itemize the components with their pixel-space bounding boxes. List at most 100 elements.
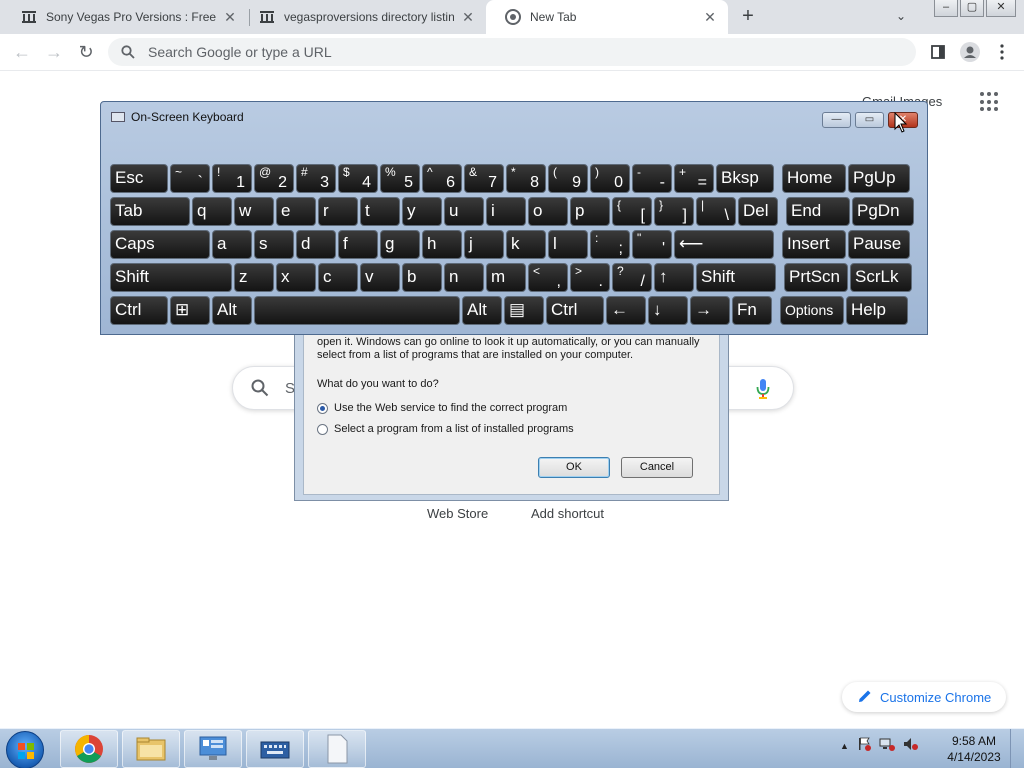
new-tab-button[interactable]: + — [736, 5, 760, 29]
osk-key[interactable]: Ctrl — [110, 296, 168, 325]
osk-key[interactable]: >. — [570, 263, 610, 292]
osk-key[interactable]: s — [254, 230, 294, 259]
volume-muted-icon[interactable] — [903, 737, 919, 754]
menu-kebab-icon[interactable] — [990, 40, 1014, 64]
osk-key[interactable]: ! 1 — [212, 164, 252, 193]
osk-key[interactable]: <, — [528, 263, 568, 292]
osk-key[interactable]: % 5 — [380, 164, 420, 193]
osk-key[interactable]: End — [786, 197, 850, 226]
close-icon[interactable]: ✕ — [222, 9, 238, 25]
osk-key[interactable]: Help — [846, 296, 908, 325]
osk-key[interactable]: PgDn — [852, 197, 914, 226]
customize-chrome-button[interactable]: Customize Chrome — [842, 682, 1006, 712]
osk-key[interactable]: | \ — [696, 197, 736, 226]
osk-key[interactable]: p — [570, 197, 610, 226]
osk-key[interactable]: Options — [780, 296, 844, 325]
osk-key[interactable]: PgUp — [848, 164, 910, 193]
taskbar-blank-document-icon[interactable] — [308, 730, 366, 768]
osk-key[interactable]: t — [360, 197, 400, 226]
osk-key[interactable]: ⟵ — [674, 230, 774, 259]
osk-key[interactable]: Shift — [696, 263, 776, 292]
show-desktop-button[interactable] — [1010, 729, 1024, 768]
osk-key[interactable]: Bksp — [716, 164, 774, 193]
osk-key[interactable]: Del — [738, 197, 778, 226]
osk-key[interactable]: o — [528, 197, 568, 226]
radio-select-installed-program[interactable]: Select a program from a list of installe… — [317, 423, 574, 435]
osk-key[interactable]: k — [506, 230, 546, 259]
osk-key[interactable]: g — [380, 230, 420, 259]
osk-key[interactable]: u — [444, 197, 484, 226]
forward-button[interactable]: → — [42, 40, 66, 64]
osk-key[interactable]: ▤ — [504, 296, 544, 325]
profile-avatar-icon[interactable] — [958, 40, 982, 64]
osk-key[interactable] — [254, 296, 460, 325]
tab-search-chevron-icon[interactable]: ⌄ — [896, 9, 906, 23]
osk-restore-button[interactable]: ▭ — [855, 112, 884, 128]
osk-key[interactable]: {[ — [612, 197, 652, 226]
osk-key[interactable]: ↑ — [654, 263, 694, 292]
osk-key[interactable]: Pause — [848, 230, 910, 259]
osk-key[interactable]: q — [192, 197, 232, 226]
osk-key[interactable]: y — [402, 197, 442, 226]
osk-key[interactable]: a — [212, 230, 252, 259]
minimize-button[interactable]: – — [934, 0, 958, 17]
osk-key[interactable]: * 8 — [506, 164, 546, 193]
osk-key[interactable]: (9 — [548, 164, 588, 193]
show-hidden-icons-arrow-icon[interactable]: ▲ — [840, 741, 849, 751]
osk-key[interactable]: j — [464, 230, 504, 259]
radio-use-web-service[interactable]: Use the Web service to find the correct … — [317, 402, 567, 414]
taskbar-chrome-icon[interactable] — [60, 730, 118, 768]
osk-key[interactable]: z — [234, 263, 274, 292]
osk-key[interactable]: ScrLk — [850, 263, 912, 292]
osk-key[interactable]: d — [296, 230, 336, 259]
reload-button[interactable]: ↻ — [74, 40, 98, 64]
taskbar-clock[interactable]: 9:58 AM 4/14/2023 — [944, 733, 1004, 765]
osk-key[interactable]: h — [422, 230, 462, 259]
close-window-button[interactable]: ✕ — [986, 0, 1016, 17]
osk-key[interactable]: x — [276, 263, 316, 292]
osk-key[interactable]: ⊞ — [170, 296, 210, 325]
osk-key[interactable]: ↓ — [648, 296, 688, 325]
osk-key[interactable]: Shift — [110, 263, 232, 292]
osk-key[interactable]: Ctrl — [546, 296, 604, 325]
osk-key[interactable]: Caps — [110, 230, 210, 259]
osk-key[interactable]: ? / — [612, 263, 652, 292]
osk-key[interactable]: f — [338, 230, 378, 259]
osk-key[interactable]: Alt — [212, 296, 252, 325]
osk-key[interactable]: l — [548, 230, 588, 259]
osk-key[interactable]: Tab — [110, 197, 190, 226]
osk-key[interactable]: ) 0 — [590, 164, 630, 193]
osk-key[interactable]: Home — [782, 164, 846, 193]
cancel-button[interactable]: Cancel — [621, 457, 693, 478]
osk-key[interactable]: → — [690, 296, 730, 325]
osk-key[interactable]: e — [276, 197, 316, 226]
start-button[interactable] — [6, 731, 44, 768]
close-icon[interactable]: ✕ — [702, 9, 718, 25]
osk-key[interactable]: v — [360, 263, 400, 292]
osk-key[interactable]: PrtScn — [784, 263, 848, 292]
osk-key[interactable]: n — [444, 263, 484, 292]
osk-key[interactable]: -- — [632, 164, 672, 193]
network-icon[interactable] — [879, 737, 895, 754]
close-icon[interactable]: ✕ — [460, 9, 476, 25]
osk-key[interactable]: + = — [674, 164, 714, 193]
osk-key[interactable]: Fn — [732, 296, 772, 325]
shortcut-add-shortcut[interactable]: Add shortcut — [531, 506, 604, 521]
side-panel-icon[interactable] — [926, 40, 950, 64]
osk-key[interactable]: c — [318, 263, 358, 292]
tab-new-tab[interactable]: New Tab ✕ — [486, 0, 728, 34]
tab-sony-vegas[interactable]: Sony Vegas Pro Versions : Free D ✕ — [2, 0, 248, 34]
osk-key[interactable]: $4 — [338, 164, 378, 193]
osk-key[interactable]: w — [234, 197, 274, 226]
google-apps-icon[interactable] — [980, 92, 1000, 112]
osk-key[interactable]: #3 — [296, 164, 336, 193]
osk-minimize-button[interactable]: — — [822, 112, 851, 128]
osk-key[interactable]: ~ ` — [170, 164, 210, 193]
taskbar-on-screen-keyboard-icon[interactable] — [246, 730, 304, 768]
osk-key[interactable]: ^ 6 — [422, 164, 462, 193]
osk-key[interactable]: b — [402, 263, 442, 292]
osk-key[interactable]: Esc — [110, 164, 168, 193]
osk-key[interactable]: ← — [606, 296, 646, 325]
osk-key[interactable]: @2 — [254, 164, 294, 193]
osk-key[interactable]: r — [318, 197, 358, 226]
